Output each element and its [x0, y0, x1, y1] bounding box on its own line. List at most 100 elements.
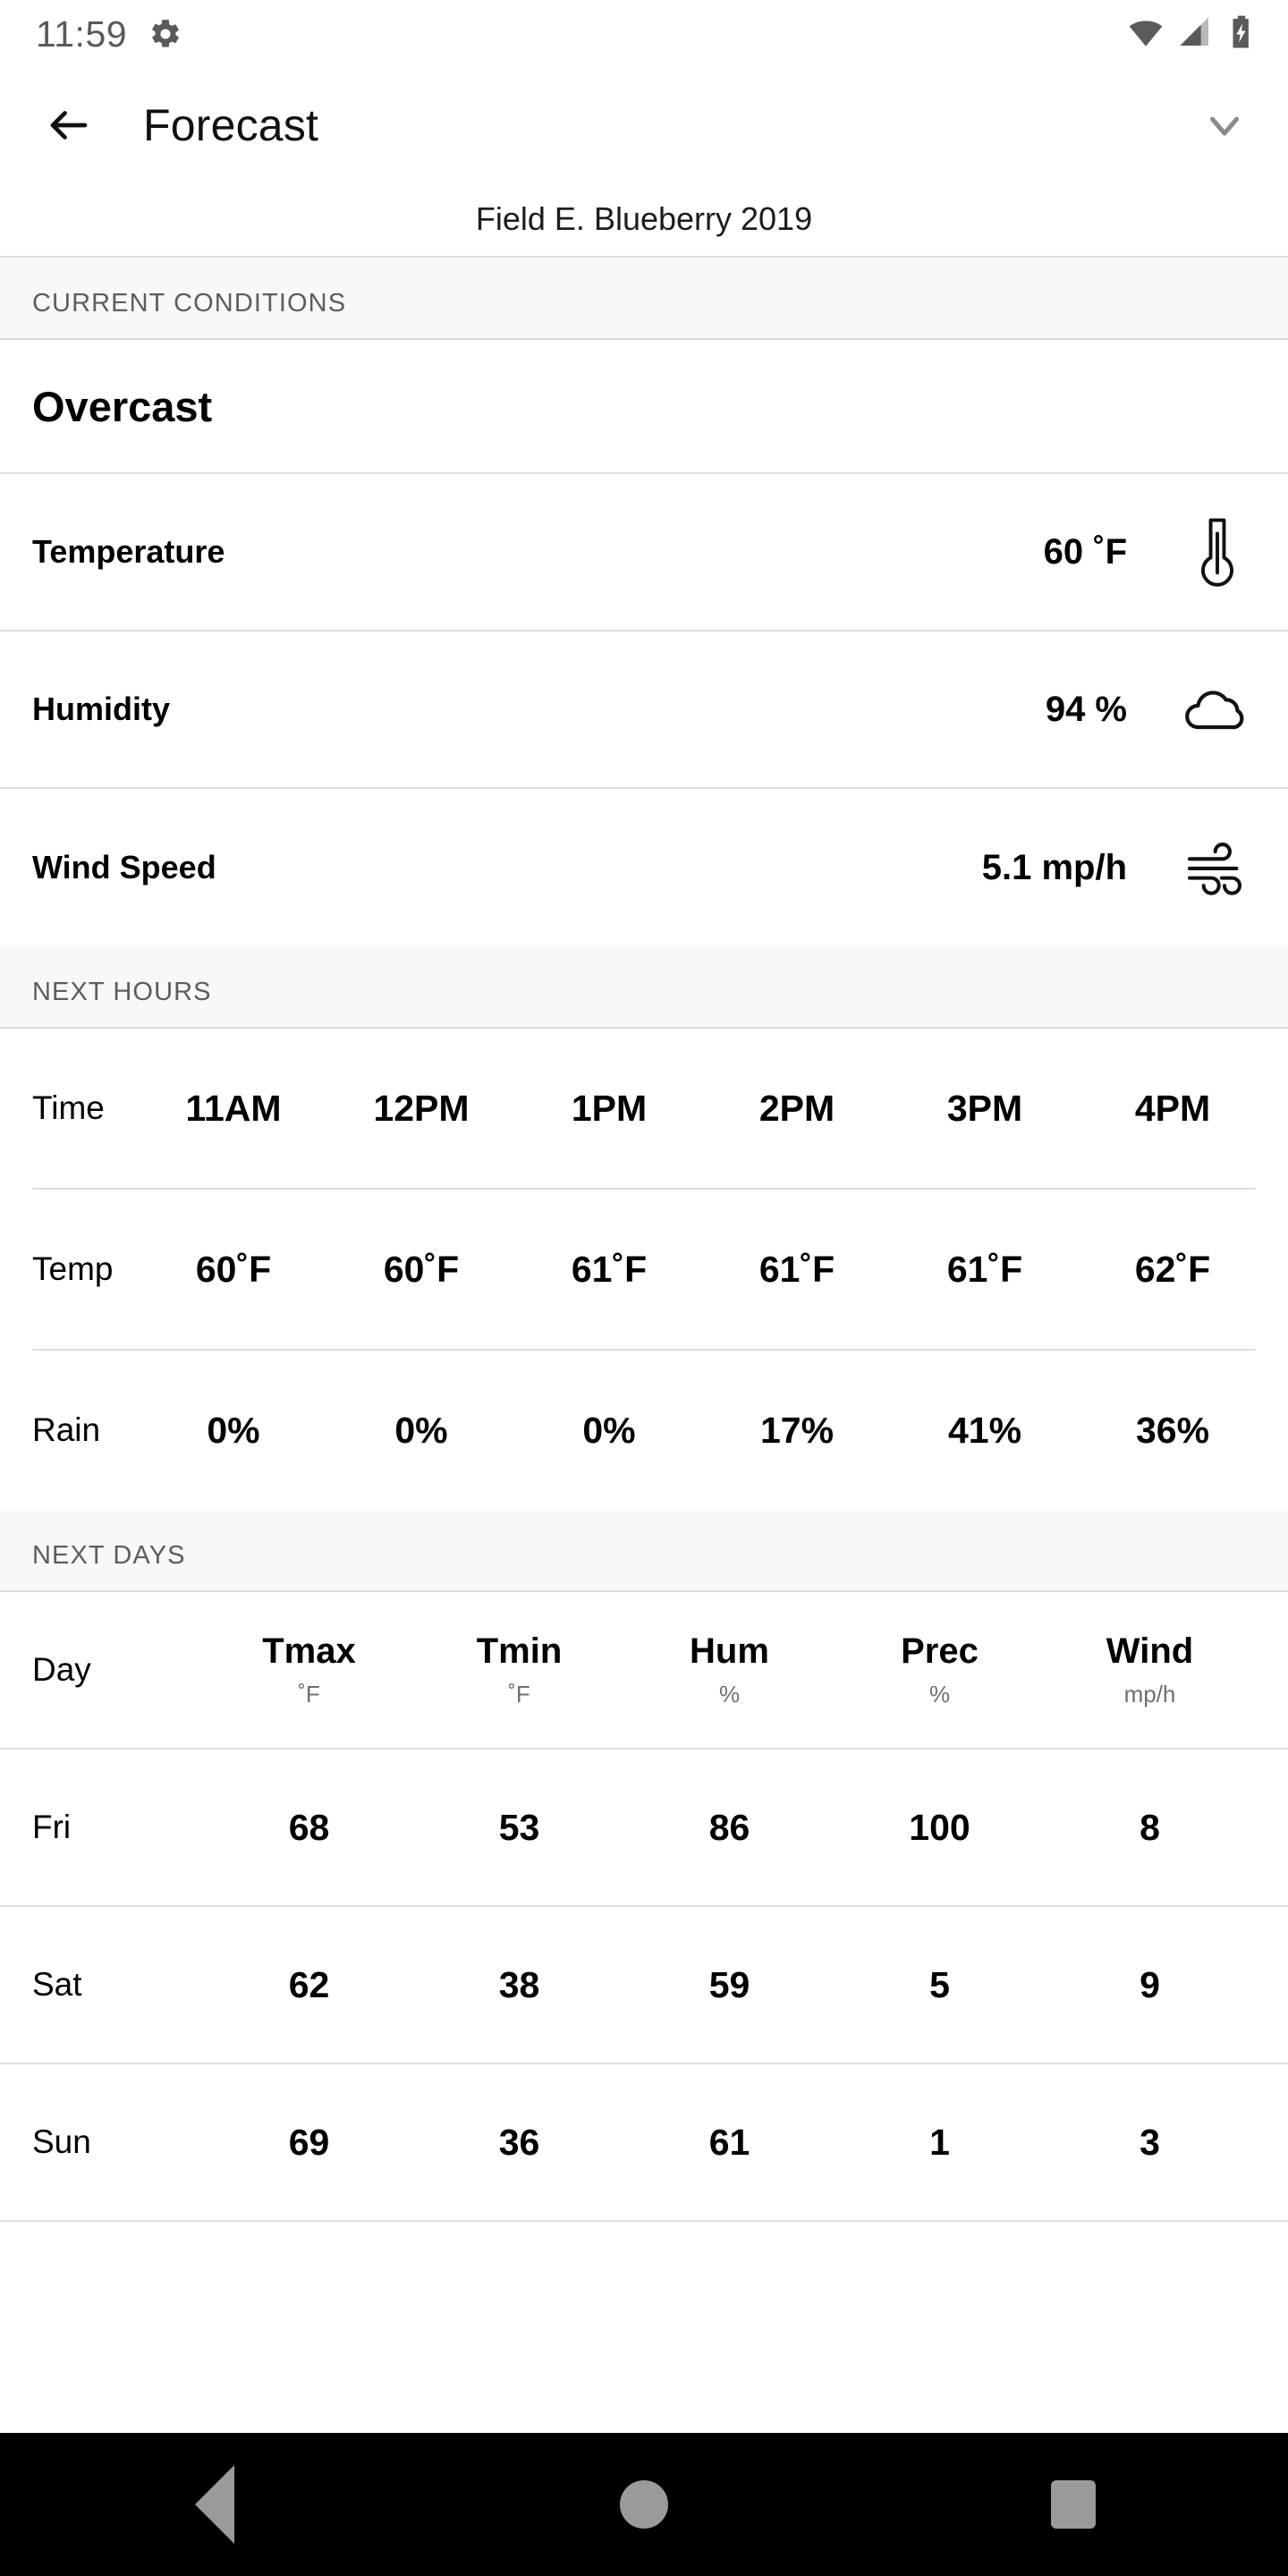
daily-day-label: Sat [32, 1966, 82, 2003]
metric-label: Humidity [32, 691, 171, 727]
metric-row-humidity: Humidity 94 % [0, 631, 1288, 789]
hourly-forecast-table[interactable]: Time 11AM 12PM 1PM 2PM 3PM 4PM Temp 60˚F… [0, 1029, 1288, 1510]
page-title: Forecast [143, 100, 319, 150]
daily-cell: 68 [288, 1806, 330, 1848]
hourly-temp-cells: 60˚F 60˚F 61˚F 61˚F 61˚F 62˚F [140, 1249, 1267, 1291]
hourly-row-temp: Temp 60˚F 60˚F 61˚F 61˚F 61˚F 62˚F [0, 1190, 1288, 1349]
hourly-cell: 36% [1135, 1409, 1210, 1451]
hourly-time-cells: 11AM 12PM 1PM 2PM 3PM 4PM [140, 1088, 1267, 1130]
back-arrow-icon[interactable] [36, 92, 102, 158]
app-bar: Forecast [0, 68, 1288, 182]
column-unit: % [718, 1680, 741, 1707]
cellular-signal-icon [1177, 14, 1213, 55]
wifi-icon [1127, 13, 1165, 55]
metric-value: 94 % [1045, 689, 1127, 729]
hourly-cell: 60˚F [195, 1248, 272, 1290]
daily-cell: 62 [288, 1963, 330, 2005]
hourly-cell: 0% [394, 1409, 448, 1451]
daily-forecast-table: Day Tmax ˚F Tmin ˚F Hum % Prec % Wind mp… [0, 1592, 1288, 2222]
hourly-cell: 0% [207, 1409, 260, 1451]
hourly-cell: 17% [759, 1409, 835, 1451]
column-unit: ˚F [298, 1680, 320, 1707]
daily-cell: 100 [909, 1806, 970, 1848]
hourly-row-rain: Rain 0% 0% 0% 17% 41% 36% [0, 1351, 1288, 1510]
section-label-next-hours: NEXT HOURS [32, 978, 212, 1006]
metric-label: Wind Speed [32, 849, 216, 886]
daily-cell: 5 [929, 1963, 950, 2005]
metric-value: 5.1 mp/h [981, 847, 1127, 887]
condition-label: Overcast [32, 382, 213, 430]
scroll-content[interactable]: CURRENT CONDITIONS Overcast Temperature … [0, 258, 1288, 2576]
daily-header-tmin: Tmin ˚F [414, 1632, 624, 1708]
hourly-row-label: Temp [32, 1250, 114, 1287]
table-row: Sat 62 38 59 5 9 [0, 1907, 1288, 2064]
hourly-cell: 1PM [571, 1087, 648, 1129]
daily-header-hum: Hum % [624, 1632, 835, 1708]
metric-label: Temperature [32, 533, 225, 570]
metric-value: 60 ˚F [1043, 531, 1127, 572]
hourly-rain-cells: 0% 0% 0% 17% 41% 36% [140, 1410, 1267, 1452]
column-unit: mp/h [1123, 1680, 1176, 1707]
nav-back-triangle[interactable] [125, 2433, 304, 2576]
daily-cell: 8 [1140, 1806, 1160, 1848]
hourly-cell: 2PM [758, 1087, 835, 1129]
hourly-cell: 4PM [1134, 1087, 1211, 1129]
hourly-row-label: Rain [32, 1411, 101, 1448]
column-title: Tmax [262, 1631, 356, 1671]
status-bar: 11:59 [0, 0, 1288, 68]
daily-table-header: Day Tmax ˚F Tmin ˚F Hum % Prec % Wind mp… [0, 1592, 1288, 1750]
hourly-cell: 11AM [185, 1087, 282, 1129]
phone-screen: 11:59 Forecast Field E. Blueberry 2019 C… [0, 0, 1288, 2576]
section-label-next-days: NEXT DAYS [32, 1541, 186, 1570]
daily-header-wind: Wind mp/h [1045, 1632, 1255, 1708]
recents-square-icon [1051, 2480, 1096, 2529]
column-title: Tmin [476, 1631, 563, 1671]
section-label-current-conditions: CURRENT CONDITIONS [32, 289, 347, 318]
status-bar-clock: 11:59 [36, 13, 128, 55]
field-name-bar: Field E. Blueberry 2019 [0, 182, 1288, 258]
hourly-cell: 3PM [946, 1087, 1023, 1129]
daily-day-label: Sun [32, 2123, 91, 2160]
daily-cell: 86 [708, 1806, 750, 1848]
daily-cell: 61 [708, 2121, 750, 2163]
column-unit: % [928, 1680, 951, 1707]
condition-row: Overcast [0, 340, 1288, 474]
status-bar-icons [1127, 13, 1258, 55]
daily-header-prec: Prec % [835, 1632, 1045, 1708]
hourly-cell: 62˚F [1134, 1248, 1211, 1290]
hourly-cell: 61˚F [946, 1248, 1023, 1290]
column-unit: ˚F [508, 1680, 530, 1707]
field-name-label: Field E. Blueberry 2019 [475, 200, 813, 237]
hourly-row-time: Time 11AM 12PM 1PM 2PM 3PM 4PM [0, 1029, 1288, 1188]
hourly-cell: 41% [947, 1409, 1022, 1451]
column-title: Hum [690, 1631, 769, 1671]
hourly-row-label: Time [32, 1089, 105, 1126]
android-navigation-bar [0, 2433, 1288, 2576]
daily-cell: 59 [708, 1963, 750, 2005]
section-header-current-conditions: CURRENT CONDITIONS [0, 258, 1288, 340]
daily-cell: 1 [929, 2121, 950, 2163]
hourly-cell: 60˚F [383, 1248, 460, 1290]
back-triangle-icon [195, 2465, 234, 2544]
daily-cell: 3 [1140, 2121, 1160, 2163]
metric-row-wind-speed: Wind Speed 5.1 mp/h [0, 789, 1288, 946]
nav-home-circle[interactable] [555, 2433, 733, 2576]
section-header-next-hours: NEXT HOURS [0, 946, 1288, 1029]
gear-icon [148, 17, 182, 51]
battery-charging-icon [1225, 14, 1258, 55]
nav-recents-square[interactable] [984, 2433, 1163, 2576]
column-title: Wind [1106, 1631, 1194, 1671]
hourly-cell: 0% [582, 1409, 636, 1451]
daily-cell: 53 [498, 1806, 540, 1848]
hourly-cell: 61˚F [758, 1248, 835, 1290]
table-row: Fri 68 53 86 100 8 [0, 1750, 1288, 1907]
daily-header-day: Day [32, 1651, 91, 1688]
table-row: Sun 69 36 61 1 3 [0, 2064, 1288, 2222]
daily-cell: 9 [1140, 1963, 1160, 2005]
daily-day-label: Fri [32, 1809, 72, 1845]
chevron-down-icon[interactable] [1191, 92, 1258, 158]
home-circle-icon [620, 2480, 668, 2529]
thermometer-icon [1177, 515, 1258, 589]
column-title: Prec [901, 1631, 979, 1671]
daily-cell: 38 [498, 1963, 540, 2005]
